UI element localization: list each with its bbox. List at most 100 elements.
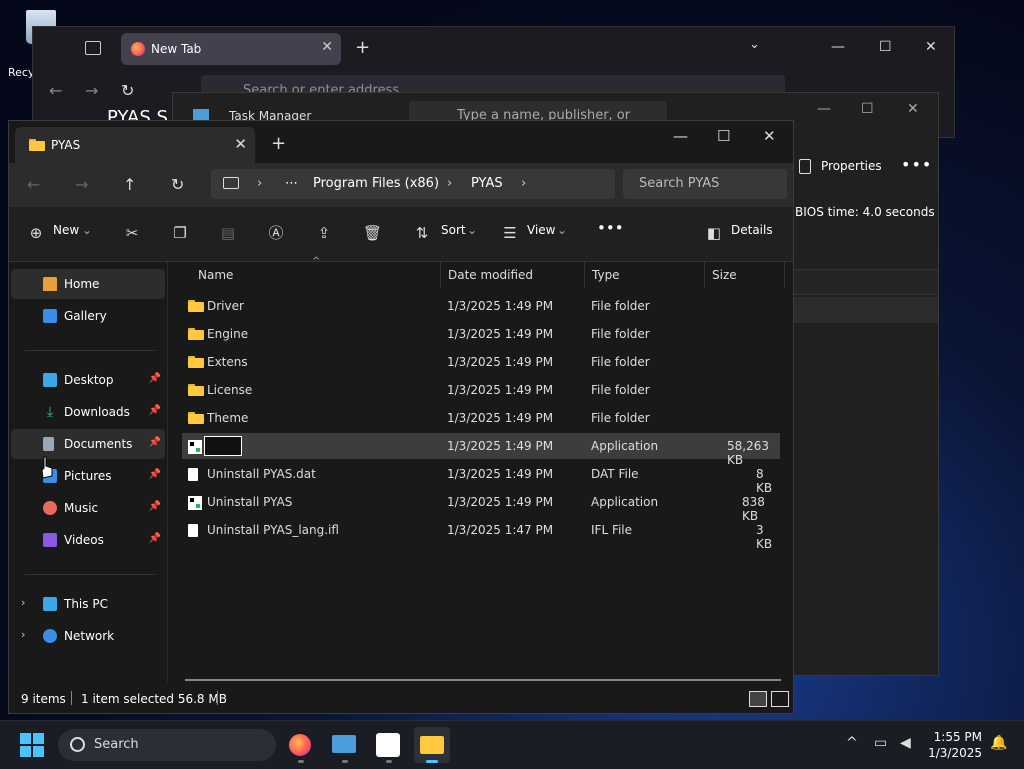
chevron-down-icon[interactable]: ⌄	[467, 223, 477, 237]
sidebar-item-home[interactable]: Home	[11, 269, 165, 299]
taskbar-firefox[interactable]	[282, 727, 318, 763]
breadcrumb-item[interactable]: PYAS	[471, 176, 503, 191]
sidebar-item-documents[interactable]: Documents 📌	[11, 429, 165, 459]
column-header-date[interactable]: Date modified	[440, 262, 585, 288]
chevron-right-icon[interactable]: ›	[447, 176, 452, 191]
table-row[interactable]: Uninstall PYAS 1/3/2025 1:49 PM Applicat…	[182, 489, 780, 523]
properties-button[interactable]: Properties	[821, 159, 882, 173]
taskbar-search[interactable]: Search	[58, 729, 276, 761]
view-button[interactable]: View	[527, 223, 555, 237]
clock[interactable]: 1:55 PM 1/3/2025	[926, 729, 982, 761]
back-icon[interactable]: ←	[27, 175, 40, 194]
close-tab-icon[interactable]: ✕	[234, 135, 247, 153]
view-icon[interactable]: ☰	[501, 224, 519, 242]
sidebar-item-this-pc[interactable]: › This PC	[11, 589, 165, 619]
back-icon[interactable]: ←	[49, 81, 62, 100]
table-row[interactable]: Uninstall PYAS_lang.ifl 1/3/2025 1:47 PM…	[182, 517, 780, 551]
tab-list-icon[interactable]	[85, 41, 101, 55]
chevron-right-icon[interactable]: ›	[257, 176, 262, 191]
sort-button[interactable]: Sort	[441, 223, 466, 237]
sidebar-item-downloads[interactable]: ⤓ Downloads 📌	[11, 397, 165, 427]
minimize-icon[interactable]: —	[817, 101, 831, 117]
new-button[interactable]: New	[53, 223, 79, 237]
chevron-down-icon[interactable]: ⌄	[82, 223, 92, 237]
show-hidden-icons-chevron-icon[interactable]: ^	[846, 735, 858, 751]
start-button[interactable]	[20, 733, 44, 757]
rename-input[interactable]	[204, 436, 242, 456]
maximize-icon[interactable]: ☐	[717, 127, 730, 145]
explorer-search[interactable]: Search PYAS	[623, 169, 787, 199]
breadcrumb-item[interactable]: Program Files (x86)	[313, 176, 439, 191]
maximize-icon[interactable]: ☐	[879, 39, 892, 55]
volume-icon[interactable]: ◀	[900, 735, 911, 751]
network-icon[interactable]: ▭	[874, 735, 887, 751]
taskbar-pyas[interactable]	[370, 727, 406, 763]
table-row[interactable]: Extens 1/3/2025 1:49 PM File folder	[182, 349, 780, 375]
sidebar-item-desktop[interactable]: Desktop 📌	[11, 365, 165, 395]
file-explorer-window[interactable]: PYAS ✕ + — ☐ ✕ ← → ↑ ↻ › ⋯ Program Files…	[8, 120, 794, 714]
table-row[interactable]: Engine 1/3/2025 1:49 PM File folder	[182, 321, 780, 347]
rename-icon[interactable]: Ⓐ	[267, 224, 285, 242]
pin-icon[interactable]: 📌	[149, 469, 161, 480]
pin-icon[interactable]: 📌	[149, 501, 161, 512]
expand-chevron-icon[interactable]: ›	[21, 596, 25, 609]
new-tab-button[interactable]: +	[271, 133, 286, 154]
tab-overflow-chevron-icon[interactable]: ⌄	[749, 37, 760, 52]
list-row[interactable]	[793, 297, 938, 323]
sidebar-item-music[interactable]: Music 📌	[11, 493, 165, 523]
more-options-icon[interactable]: •••	[597, 219, 624, 237]
address-bar[interactable]: › ⋯ Program Files (x86) › PYAS ›	[211, 169, 615, 199]
delete-icon[interactable]: 🗑	[363, 224, 382, 242]
sidebar-item-pictures[interactable]: Pictures 📌	[11, 461, 165, 491]
maximize-icon[interactable]: ☐	[861, 101, 874, 117]
pin-icon[interactable]: 📌	[149, 533, 161, 544]
close-icon[interactable]: ✕	[763, 127, 776, 145]
minimize-icon[interactable]: —	[673, 127, 688, 145]
taskbar-task-manager[interactable]	[326, 727, 362, 763]
details-view-icon[interactable]	[749, 691, 767, 707]
pin-icon[interactable]: 📌	[149, 405, 161, 416]
table-row-selected[interactable]: 1/3/2025 1:49 PM Application 58,263 KB	[182, 433, 780, 467]
list-row[interactable]	[793, 269, 938, 295]
share-icon[interactable]: ⇪	[315, 224, 333, 242]
table-row[interactable]: Uninstall PYAS.dat 1/3/2025 1:49 PM DAT …	[182, 461, 780, 495]
copy-icon[interactable]: ❐	[171, 224, 189, 242]
tiles-view-icon[interactable]	[771, 691, 789, 707]
sort-icon[interactable]: ⇅	[413, 224, 431, 242]
sidebar-item-gallery[interactable]: Gallery	[11, 301, 165, 331]
chevron-down-icon[interactable]: ⌄	[557, 223, 567, 237]
explorer-tab[interactable]: PYAS ✕	[15, 127, 255, 163]
close-icon[interactable]: ✕	[907, 101, 919, 117]
more-options-icon[interactable]: •••	[901, 155, 932, 174]
horizontal-scrollbar[interactable]	[185, 679, 781, 681]
chevron-right-icon[interactable]: ›	[521, 176, 526, 191]
details-button[interactable]: Details	[731, 223, 773, 237]
close-icon[interactable]: ✕	[925, 39, 937, 55]
sidebar-item-network[interactable]: › Network	[11, 621, 165, 651]
sidebar-item-videos[interactable]: Videos 📌	[11, 525, 165, 555]
close-tab-icon[interactable]: ✕	[321, 39, 333, 55]
notifications-bell-icon[interactable]: 🔔	[990, 735, 1007, 751]
taskbar-file-explorer[interactable]	[414, 727, 450, 763]
new-icon[interactable]: ⊕	[27, 224, 45, 242]
details-pane-icon[interactable]: ◧	[705, 224, 723, 242]
forward-icon[interactable]: →	[85, 81, 98, 100]
forward-icon[interactable]: →	[75, 175, 88, 194]
paste-icon[interactable]: ▤	[219, 224, 237, 242]
browser-tab[interactable]: New Tab ✕	[121, 33, 341, 65]
table-row[interactable]: License 1/3/2025 1:49 PM File folder	[182, 377, 780, 403]
minimize-icon[interactable]: —	[831, 39, 845, 55]
pin-icon[interactable]: 📌	[149, 373, 161, 384]
table-row[interactable]: Driver 1/3/2025 1:49 PM File folder	[182, 293, 780, 319]
expand-chevron-icon[interactable]: ›	[21, 628, 25, 641]
column-header-size[interactable]: Size	[704, 262, 785, 288]
cut-icon[interactable]: ✂	[123, 224, 141, 242]
pin-icon[interactable]: 📌	[149, 437, 161, 448]
column-header-type[interactable]: Type	[584, 262, 705, 288]
new-tab-button[interactable]: +	[355, 37, 370, 58]
more-locations-icon[interactable]: ⋯	[285, 176, 298, 191]
reload-icon[interactable]: ↻	[121, 81, 134, 100]
up-icon[interactable]: ↑	[123, 175, 136, 194]
refresh-icon[interactable]: ↻	[171, 175, 184, 194]
table-row[interactable]: Theme 1/3/2025 1:49 PM File folder	[182, 405, 780, 431]
